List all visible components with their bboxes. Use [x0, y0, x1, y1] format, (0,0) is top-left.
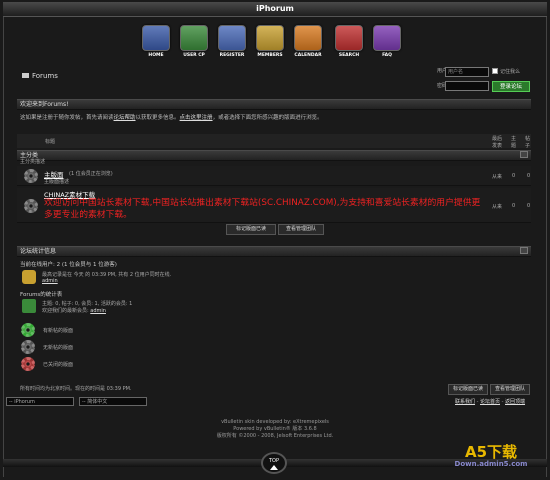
- nav-home-button[interactable]: HOME: [141, 25, 171, 58]
- breadcrumb: Forums: [22, 72, 58, 80]
- timezone-text: 所有时间均为北京时间。现在的时间是 03:39 PM.: [20, 386, 132, 392]
- closed-forum-icon: [21, 357, 35, 371]
- col-topics: 主题: [511, 136, 517, 149]
- nav-faq-label: FAQ: [382, 53, 392, 58]
- legend-closed: 已关闭的版面: [43, 362, 74, 368]
- new-posts-icon: [21, 323, 35, 337]
- forum-desc: 主版面描述: [44, 179, 70, 185]
- search-icon: [335, 25, 363, 51]
- faq-icon: [373, 25, 401, 51]
- app-title-bar: iPhorum: [3, 2, 547, 17]
- calendar-icon: [294, 25, 322, 51]
- category-title[interactable]: 主分类: [17, 150, 531, 161]
- powered-by: Powered by vBulletin® 版本 3.6.8: [233, 426, 317, 432]
- breadcrumb-forums[interactable]: Forums: [32, 72, 58, 80]
- folder-icon: [22, 73, 29, 78]
- language-select[interactable]: -- 简体中文: [79, 397, 147, 406]
- register-link[interactable]: 点击这里注册: [180, 115, 213, 121]
- col-posts: 帖子: [525, 136, 531, 149]
- online-user-link[interactable]: admin: [42, 278, 58, 284]
- nav-user-cp-label: USER CP: [183, 53, 205, 58]
- users-icon: [22, 270, 36, 284]
- collapse-icon[interactable]: [520, 247, 528, 254]
- nav-search-button[interactable]: SEARCH: [334, 25, 364, 58]
- nav-register-label: REGISTER: [219, 53, 245, 58]
- forum-red-notice: 欢迎访问中国站长素材下载,中国站长站推出素材下载站(SC.CHINAZ.COM)…: [44, 198, 481, 220]
- legend-new: 有新帖的版面: [43, 328, 74, 334]
- app-title: iPhorum: [256, 4, 294, 13]
- stats-subtitle: Forums的统计表: [20, 292, 63, 298]
- nav-calendar-button[interactable]: CALENDAR: [293, 25, 323, 58]
- welcome-text-b: 以获取更多信息。: [135, 115, 180, 121]
- forum-topics: 0: [512, 173, 516, 179]
- login-button[interactable]: 登录论坛: [492, 81, 530, 92]
- legend-no-new: 无新帖的版面: [43, 345, 74, 351]
- nav-register-button[interactable]: REGISTER: [217, 25, 247, 58]
- user-cp-icon: [180, 25, 208, 51]
- welcome-text-c: ，或者选择下面您所感兴趣的版面进行浏览。: [212, 115, 323, 121]
- nav-calendar-label: CALENDAR: [294, 53, 322, 58]
- members-icon: [256, 25, 284, 51]
- stats-icon: [22, 299, 36, 313]
- forum-last-post: 从来: [492, 174, 503, 180]
- footer-credits: vBulletin skin developed by: eXtremepixe…: [175, 419, 375, 440]
- newest-member-link[interactable]: admin: [90, 308, 106, 314]
- forum-home-link[interactable]: 论坛首页: [480, 399, 500, 405]
- forum-row: CHINAZ素材下载 欢迎访问中国站长素材下载,中国站长站推出素材下载站(SC.…: [17, 188, 531, 223]
- forum-status-icon: [24, 169, 38, 183]
- col-last-post: 最后发表: [492, 136, 503, 149]
- nav-search-label: SEARCH: [338, 53, 360, 58]
- welcome-text-a: 这如果是注册于随你发帖，首先请阅读: [20, 115, 114, 121]
- back-to-top-button[interactable]: TOP: [261, 452, 287, 474]
- contact-link[interactable]: 联系我们: [455, 399, 475, 405]
- forum-topics: 0: [512, 203, 516, 209]
- register-icon: [218, 25, 246, 51]
- col-title: 标题: [45, 139, 56, 145]
- forum-posts: 0: [527, 203, 531, 209]
- back-to-top-link[interactable]: 返回顶端: [505, 399, 525, 405]
- forum-table-header: 标题 最后发表 主题 帖子: [17, 134, 531, 149]
- newest-member-row: 欢迎我们的最新会员: admin: [42, 307, 106, 314]
- category-desc: 主分类描述: [20, 159, 46, 165]
- footer-mark-read-button[interactable]: 标记版面已读: [448, 384, 488, 395]
- username-input[interactable]: 用户名: [445, 67, 489, 77]
- forum-viewers: (1 位会员正在浏览): [69, 171, 113, 177]
- remember-checkbox[interactable]: [492, 68, 498, 74]
- welcome-text: 这如果是注册于随你发帖，首先请阅读论坛帮助以获取更多信息。点击这里注册，或者选择…: [20, 113, 530, 121]
- forum-row: 主版面 (1 位会员正在浏览) 主版面描述 从来 0 0: [17, 166, 531, 186]
- nav-user-cp-button[interactable]: USER CP: [179, 25, 209, 58]
- nav-members-label: MEMBERS: [257, 53, 283, 58]
- no-new-posts-icon: [21, 340, 35, 354]
- welcome-title: 欢迎来到Forums!: [17, 99, 531, 110]
- newest-member-label: 欢迎我们的最新会员:: [42, 308, 89, 314]
- remember-label: 记住我么: [500, 69, 521, 75]
- home-icon: [142, 25, 170, 51]
- top-label: TOP: [268, 458, 279, 464]
- faq-link[interactable]: 论坛帮助: [114, 115, 136, 121]
- watermark-sub: Down.admin5.com: [454, 460, 528, 468]
- up-arrow-icon: [270, 465, 278, 470]
- online-record-text: 最高记录是在 今天 的 03:39 PM, 共有 2 位用户同时在线.: [42, 272, 172, 278]
- skin-credit: vBulletin skin developed by: eXtremepixe…: [221, 419, 329, 425]
- nav-faq-button[interactable]: FAQ: [372, 25, 402, 58]
- collapse-icon[interactable]: [520, 151, 528, 158]
- view-staff-button[interactable]: 查看管理团队: [278, 224, 324, 235]
- copyright: 版权所有 ©2000 - 2008, Jelsoft Enterprises L…: [216, 433, 334, 439]
- forum-posts: 0: [527, 173, 531, 179]
- stats-text: 主题: 0, 帖子: 0, 会员: 1, 活跃的会员: 1: [42, 301, 133, 307]
- nav-members-button[interactable]: MEMBERS: [255, 25, 285, 58]
- password-input[interactable]: [445, 81, 489, 91]
- nav-home-label: HOME: [148, 53, 164, 58]
- watermark-main: A5下载: [464, 443, 518, 461]
- forum-status-icon: [24, 199, 38, 213]
- footer-links: 联系我们 - 论坛首页 - 返回顶端: [455, 399, 526, 405]
- style-select[interactable]: -- iPhorum: [6, 397, 74, 406]
- watermark-logo: A5下载 Down.admin5.com: [437, 444, 545, 478]
- forum-last-post: 从来: [492, 204, 503, 210]
- mark-read-button[interactable]: 标记版面已读: [226, 224, 276, 235]
- online-users-title[interactable]: 当前在线用户: 2 (1 位会员与 1 位游客): [20, 260, 117, 268]
- footer-view-staff-button[interactable]: 查看管理团队: [490, 384, 530, 395]
- stats-title: 论坛统计信息: [17, 246, 531, 257]
